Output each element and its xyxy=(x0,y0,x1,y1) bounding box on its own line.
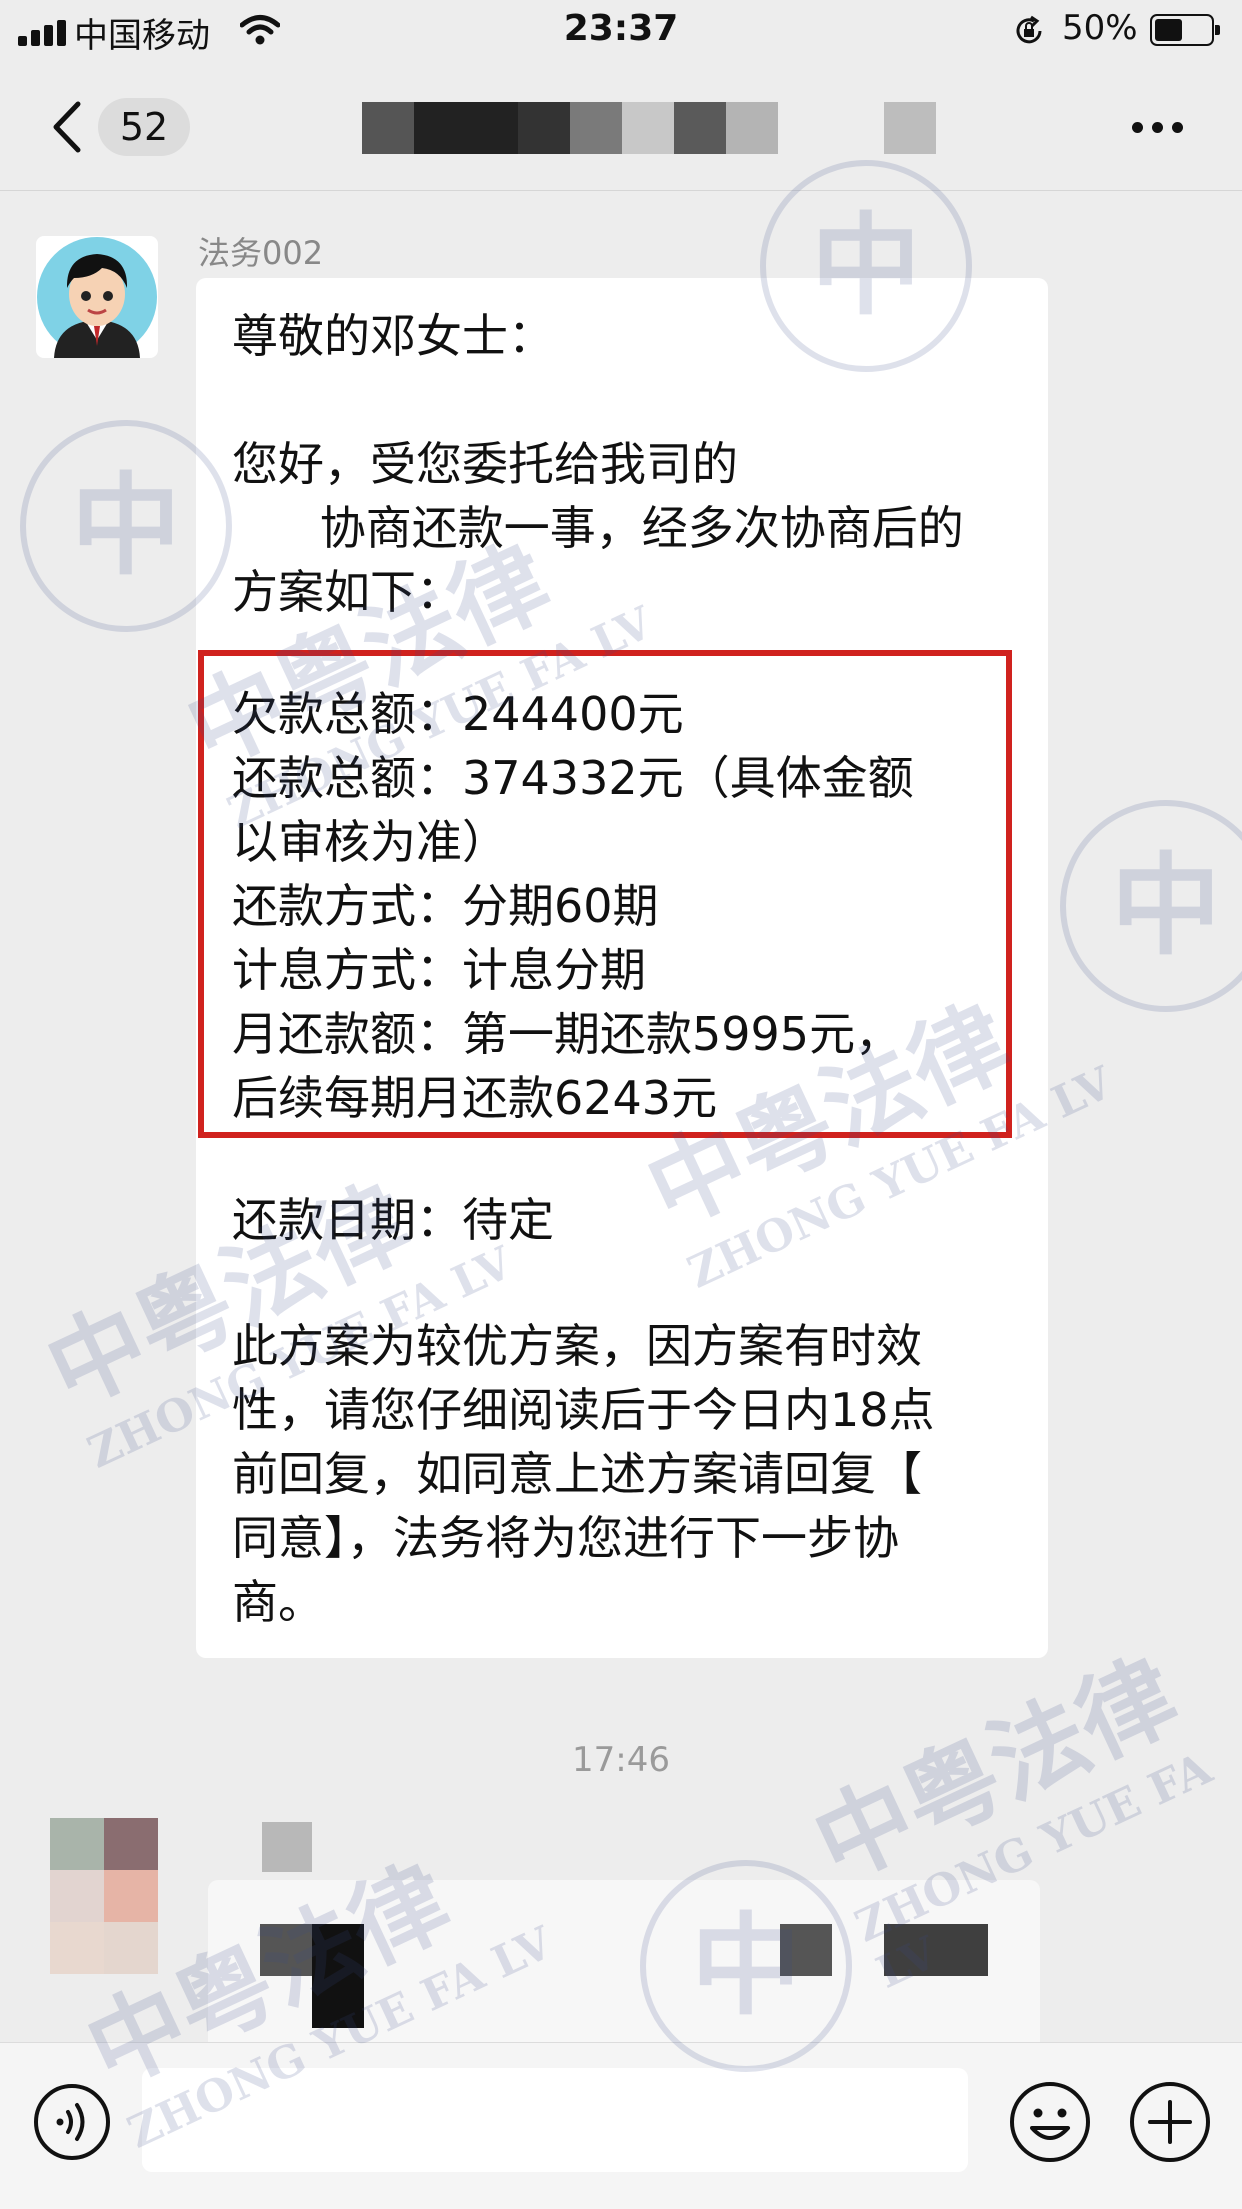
chat-nav-bar: 52 xyxy=(0,64,1242,191)
message-line: 您好，受您委托给我司的 xyxy=(232,437,738,491)
battery-fill xyxy=(1155,19,1182,41)
message-line: 性，请您仔细阅读后于今日内18点 xyxy=(232,1383,935,1437)
status-time: 23:37 xyxy=(563,8,679,49)
voice-icon[interactable] xyxy=(32,2082,112,2162)
orientation-lock-icon xyxy=(1016,15,1042,44)
second-sender-name-blurred xyxy=(262,1822,312,1872)
highlight-box xyxy=(198,650,1012,1138)
message-line: 还款日期：待定 xyxy=(232,1193,554,1247)
sender-avatar[interactable] xyxy=(36,236,158,358)
second-sender-avatar-blurred[interactable] xyxy=(50,1818,158,1974)
message-input[interactable] xyxy=(142,2068,968,2172)
back-chevron-icon[interactable] xyxy=(46,98,90,156)
plus-icon[interactable] xyxy=(1128,2080,1212,2164)
watermark-seal: 中 xyxy=(1060,800,1242,1012)
battery-icon xyxy=(1150,14,1220,46)
message-line: 尊敬的邓女士： xyxy=(232,309,554,363)
message-line: 协商还款一事，经多次协商后的 xyxy=(232,501,964,555)
unread-count-badge[interactable]: 52 xyxy=(98,98,190,156)
avatar-illustration xyxy=(37,237,157,358)
message-line: 此方案为较优方案，因方案有时效 xyxy=(232,1319,922,1373)
message-line: 方案如下： xyxy=(232,565,462,619)
battery-percent: 50% xyxy=(1062,8,1138,48)
message-line: 商。 xyxy=(232,1575,324,1629)
chat-title-blurred xyxy=(362,102,936,154)
message-line: 同意】，法务将为您进行下一步协 xyxy=(232,1511,899,1565)
sender-name: 法务002 xyxy=(198,234,324,272)
status-bar: 中国移动 23:37 50% xyxy=(0,0,1242,64)
chat-timestamp: 17:46 xyxy=(572,1740,670,1780)
more-icon[interactable] xyxy=(1130,118,1186,138)
emoji-icon[interactable] xyxy=(1008,2080,1092,2164)
message-line: 前回复，如同意上述方案请回复【 xyxy=(232,1447,922,1501)
